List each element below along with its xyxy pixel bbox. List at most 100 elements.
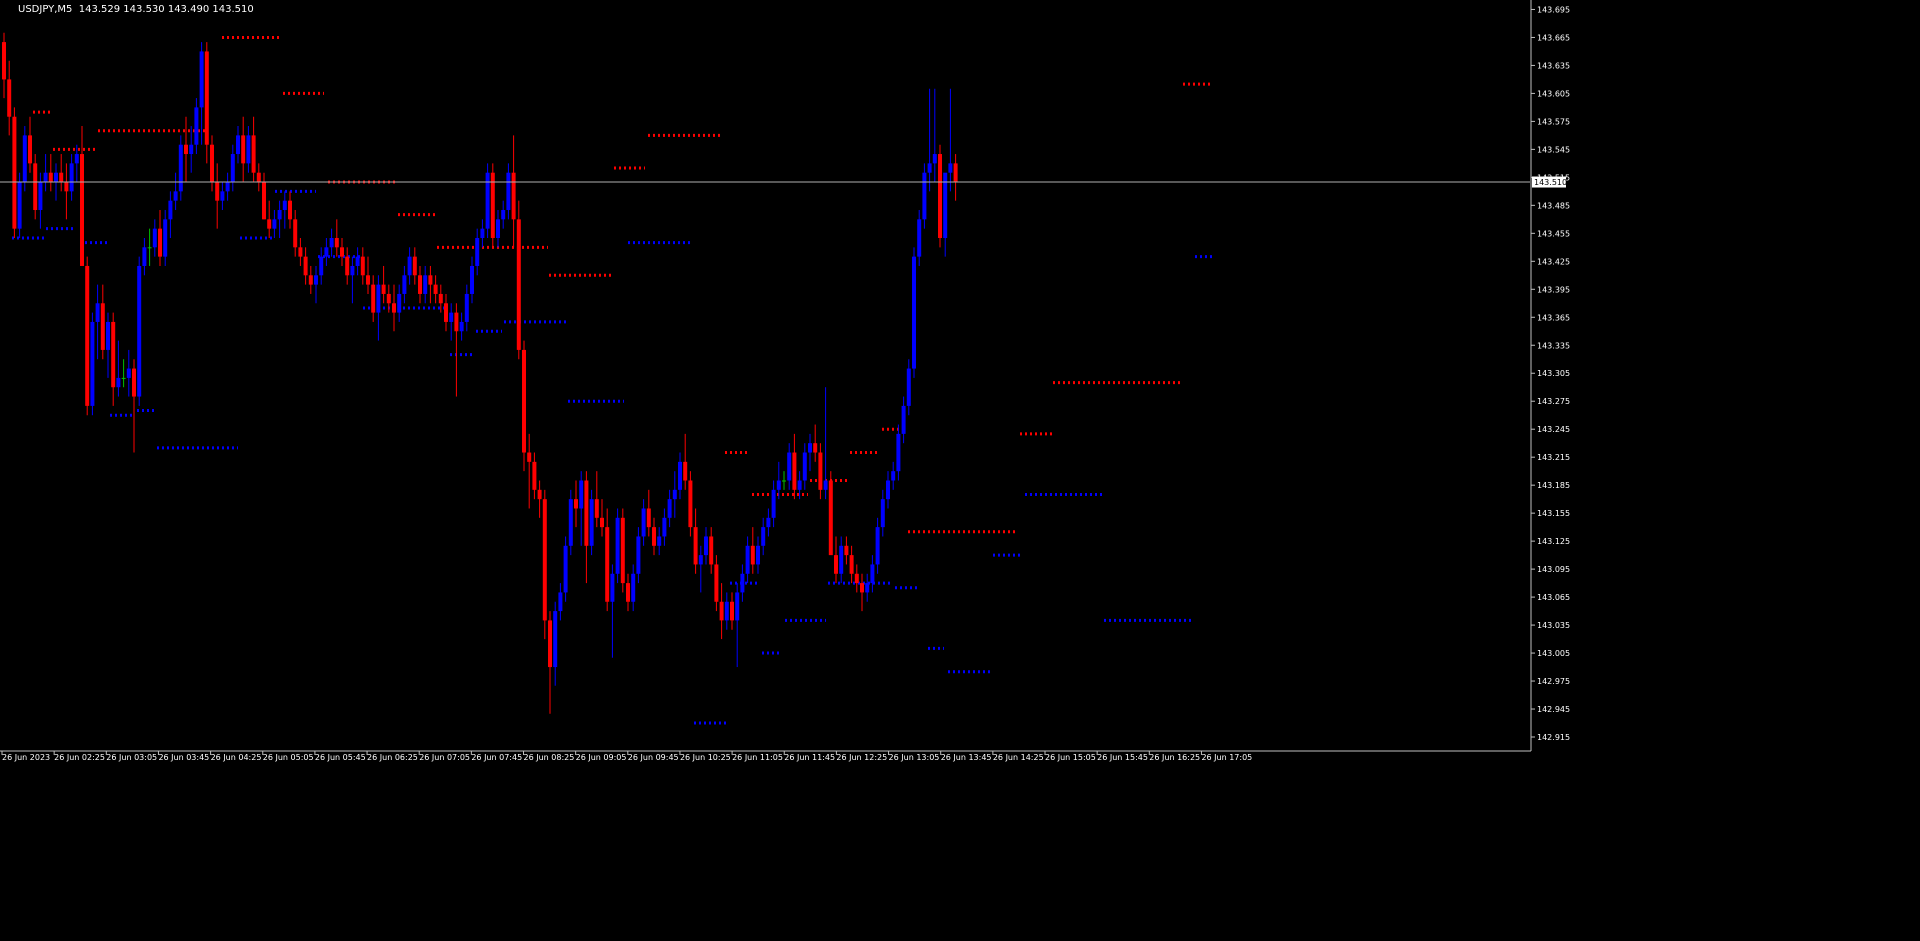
candle-body bbox=[54, 172, 58, 183]
time-tick-label: 26 Jun 07:45 bbox=[471, 753, 522, 762]
candle-body bbox=[163, 219, 168, 257]
candle-body bbox=[319, 256, 324, 276]
candle-body bbox=[745, 545, 750, 574]
bid-price-tag: 143.510 bbox=[1532, 176, 1567, 188]
candle bbox=[912, 247, 916, 378]
candle-body bbox=[844, 545, 849, 556]
candle-body bbox=[371, 284, 376, 313]
candle bbox=[490, 163, 495, 248]
candle-body bbox=[558, 592, 563, 612]
candle-body bbox=[906, 368, 911, 406]
candle-body bbox=[568, 499, 573, 546]
candle-body bbox=[719, 601, 724, 621]
time-axis: 26 Jun 2023 26 Jun 02:25 26 Jun 03:05 26 Ju… bbox=[1, 751, 1252, 762]
time-tick-label: 26 Jun 15:45 bbox=[1097, 753, 1148, 762]
price-tick-label: 143.365 bbox=[1537, 313, 1570, 322]
candle-body bbox=[412, 256, 417, 276]
price-tick-label: 143.125 bbox=[1537, 537, 1570, 546]
candle-body bbox=[678, 461, 682, 490]
candle-body bbox=[927, 163, 932, 173]
candle bbox=[688, 471, 693, 537]
candle-body bbox=[116, 377, 121, 388]
candle-body bbox=[59, 172, 64, 183]
candle-body bbox=[392, 303, 396, 313]
candle-body bbox=[423, 275, 428, 294]
chart-canvas[interactable]: 143.695 143.665 143.635 143.605 143.575 143.5… bbox=[0, 0, 1920, 937]
time-tick-label: 26 Jun 04:25 bbox=[211, 753, 262, 762]
candle-body bbox=[38, 182, 43, 211]
price-tick-label: 143.005 bbox=[1537, 649, 1570, 658]
candle-body bbox=[771, 489, 776, 518]
candle-body bbox=[641, 508, 646, 537]
candle bbox=[522, 340, 526, 472]
candle-body bbox=[657, 536, 662, 546]
time-tick-label: 26 Jun 03:45 bbox=[158, 753, 209, 762]
candle-body bbox=[241, 135, 246, 164]
candle-body bbox=[178, 144, 183, 192]
candle-body bbox=[381, 284, 386, 294]
time-tick-label: 26 Jun 15:05 bbox=[1045, 753, 1096, 762]
candle-body bbox=[173, 191, 178, 201]
candle-body bbox=[449, 312, 454, 322]
candle-body bbox=[740, 573, 745, 593]
candle-body bbox=[912, 256, 916, 369]
candle-body bbox=[886, 480, 890, 500]
candle-body bbox=[750, 545, 755, 565]
candle-body bbox=[646, 508, 651, 528]
ohlc-readout: 143.529 143.530 143.490 143.510 bbox=[78, 4, 254, 15]
candle-body bbox=[782, 480, 786, 482]
price-chart[interactable]: 143.695 143.665 143.635 143.605 143.575 143.5… bbox=[0, 0, 1920, 937]
time-tick-label: 26 Jun 09:45 bbox=[628, 753, 679, 762]
candle-body bbox=[626, 583, 630, 602]
candle-body bbox=[496, 219, 500, 238]
candle-body bbox=[230, 154, 235, 183]
candle-body bbox=[303, 256, 308, 276]
candle-body bbox=[277, 210, 282, 220]
candle-body bbox=[22, 135, 27, 183]
candle-body bbox=[210, 144, 214, 183]
candle-body bbox=[808, 443, 812, 453]
candle bbox=[615, 508, 620, 584]
candle-body bbox=[953, 163, 958, 183]
candle-body bbox=[610, 573, 615, 602]
candle-body bbox=[704, 536, 708, 556]
candle-body bbox=[501, 210, 506, 220]
candle bbox=[922, 163, 927, 229]
candle-body bbox=[246, 135, 251, 164]
candle-body bbox=[849, 555, 854, 574]
candle-body bbox=[506, 172, 511, 211]
candle-body bbox=[672, 489, 677, 500]
candle-body bbox=[272, 219, 277, 229]
candle-body bbox=[600, 517, 604, 528]
candle bbox=[620, 508, 625, 593]
candle-body bbox=[537, 489, 542, 500]
candle-body bbox=[334, 237, 339, 248]
candle-body bbox=[142, 247, 147, 266]
candle-body bbox=[360, 256, 365, 276]
candle-body bbox=[761, 527, 766, 546]
price-tick-label: 143.485 bbox=[1537, 201, 1570, 210]
candle-body bbox=[262, 182, 266, 220]
price-tick-label: 143.545 bbox=[1537, 145, 1570, 154]
candle-body bbox=[548, 620, 552, 668]
candle-body bbox=[792, 452, 797, 490]
candle-body bbox=[194, 107, 199, 145]
candle-body bbox=[932, 154, 937, 164]
candle bbox=[563, 536, 568, 602]
price-tick-label: 143.065 bbox=[1537, 593, 1570, 602]
time-tick-label: 26 Jun 09:05 bbox=[576, 753, 627, 762]
candle-body bbox=[220, 191, 225, 201]
candle-body bbox=[376, 284, 381, 313]
price-tick-label: 143.275 bbox=[1537, 397, 1570, 406]
candle-body bbox=[256, 172, 261, 183]
candle-body bbox=[100, 303, 105, 350]
candle bbox=[568, 489, 573, 556]
candle-body bbox=[662, 517, 667, 537]
candle-body bbox=[236, 135, 240, 155]
candle-body bbox=[350, 265, 355, 276]
candle-body bbox=[709, 536, 714, 565]
time-tick-label: 26 Jun 17:05 bbox=[1201, 753, 1252, 762]
candle-body bbox=[574, 499, 578, 509]
candle-body bbox=[865, 583, 870, 593]
candle bbox=[178, 135, 183, 201]
